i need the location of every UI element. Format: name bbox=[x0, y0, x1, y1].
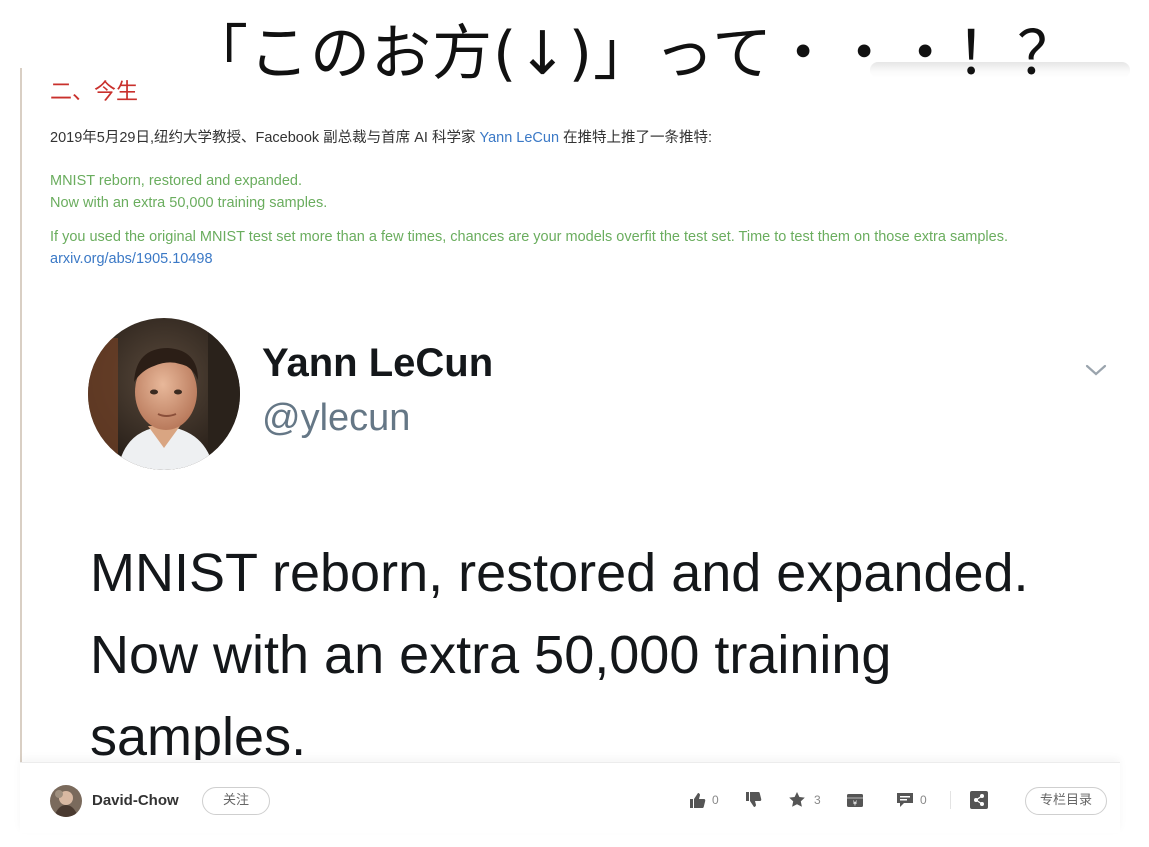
favorite-button[interactable]: 3 bbox=[788, 789, 821, 811]
quote-line-3: If you used the original MNIST test set … bbox=[50, 229, 1008, 245]
thumbs-up-icon bbox=[688, 791, 706, 809]
thumbs-down-icon bbox=[744, 791, 762, 809]
quote-line-2: Now with an extra 50,000 training sample… bbox=[50, 195, 328, 211]
share-button[interactable] bbox=[970, 789, 988, 811]
yann-lecun-link[interactable]: Yann LeCun bbox=[479, 130, 559, 146]
tweet-body: MNIST reborn, restored and expanded. Now… bbox=[90, 532, 1120, 760]
intro-text-after: 在推特上推了一条推特: bbox=[559, 130, 713, 146]
quote-paragraph-2: If you used the original MNIST test set … bbox=[50, 226, 1110, 270]
like-button[interactable]: 0 bbox=[688, 789, 719, 811]
reward-icon: ¥ bbox=[846, 791, 864, 809]
quoted-tweet-text: MNIST reborn, restored and expanded. Now… bbox=[50, 170, 1110, 282]
arxiv-link[interactable]: arxiv.org/abs/1905.10498 bbox=[50, 251, 213, 267]
intro-paragraph: 2019年5月29日,纽约大学教授、Facebook 副总裁与首席 AI 科学家… bbox=[50, 126, 712, 147]
like-count: 0 bbox=[712, 793, 719, 807]
tweet-author-handle[interactable]: @ylecun bbox=[262, 397, 410, 440]
svg-text:¥: ¥ bbox=[853, 800, 858, 808]
intro-text-before: 2019年5月29日,纽约大学教授、Facebook 副总裁与首席 AI 科学家 bbox=[50, 130, 480, 146]
share-icon bbox=[970, 791, 988, 809]
tweet-line-2: Now with an extra 50,000 training bbox=[90, 625, 892, 685]
reward-button[interactable]: ¥ bbox=[846, 789, 864, 811]
author-name[interactable]: David-Chow bbox=[92, 792, 179, 809]
tweet-avatar[interactable] bbox=[88, 318, 240, 470]
tweet-line-1: MNIST reborn, restored and expanded. bbox=[90, 543, 1029, 603]
quote-line-1: MNIST reborn, restored and expanded. bbox=[50, 173, 303, 189]
chevron-down-icon[interactable] bbox=[1085, 362, 1107, 378]
favorite-count: 3 bbox=[814, 793, 821, 807]
page-left-rule bbox=[20, 68, 22, 828]
avatar-photo bbox=[88, 318, 240, 470]
overlay-caption: 「このお方(↓)」って・・・！？ bbox=[188, 19, 1079, 89]
follow-button[interactable]: 关注 bbox=[202, 787, 270, 815]
quote-paragraph-1: MNIST reborn, restored and expanded. Now… bbox=[50, 170, 1110, 214]
section-heading: 二、今生 bbox=[50, 80, 139, 105]
tweet-author-name[interactable]: Yann LeCun bbox=[262, 341, 493, 386]
action-divider bbox=[950, 791, 951, 809]
tweet-line-3: samples. bbox=[90, 707, 307, 760]
dislike-button[interactable] bbox=[744, 789, 768, 811]
article-action-bar: David-Chow 关注 0 3 ¥ 0 专栏目录 bbox=[20, 762, 1120, 833]
comment-icon bbox=[896, 791, 914, 809]
comment-button[interactable]: 0 bbox=[896, 789, 927, 811]
column-toc-button[interactable]: 专栏目录 bbox=[1025, 787, 1107, 815]
author-avatar[interactable] bbox=[50, 785, 82, 817]
star-icon bbox=[788, 791, 808, 809]
comment-count: 0 bbox=[920, 793, 927, 807]
